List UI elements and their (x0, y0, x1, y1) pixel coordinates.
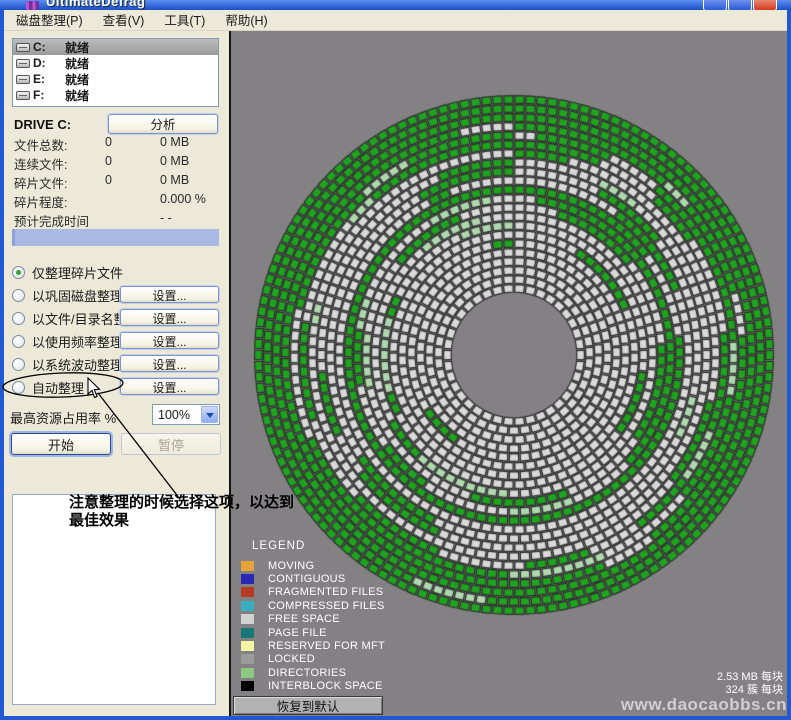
legend-item-directories: DIRECTORIES (241, 666, 385, 679)
settings-button-volatility[interactable]: 设置... (120, 355, 219, 372)
close-button[interactable] (753, 0, 777, 10)
drive-list[interactable]: C: 就绪 D: 就绪 E: 就绪 F: 就绪 (12, 38, 219, 107)
option-consolidate[interactable]: 以巩固磁盘整理 (12, 285, 123, 305)
legend-title: LEGEND (252, 540, 385, 552)
drive-status: 就绪 (65, 87, 89, 104)
option-label: 仅整理碎片文件 (32, 263, 123, 282)
legend-swatch (241, 587, 254, 597)
drive-letter: F: (33, 88, 65, 102)
legend-swatch (241, 601, 254, 611)
drive-icon (16, 43, 30, 52)
stat-fragmentation-level: 碎片程度: 0.000 % (14, 192, 224, 211)
stat-total-files: 文件总数: 0 0 MB (14, 135, 224, 154)
control-panel: C: 就绪 D: 就绪 E: 就绪 F: 就绪 DRIVE C: 分析 文件总数… (4, 31, 229, 716)
settings-button-usage[interactable]: 设置... (120, 332, 219, 349)
menu-view[interactable]: 查看(V) (95, 8, 157, 32)
legend-item-contiguous: CONTIGUOUS (241, 572, 385, 585)
legend-swatch (241, 614, 254, 624)
legend-item-interblock: INTERBLOCK SPACE (241, 680, 385, 693)
resource-usage-value: 100% (158, 408, 190, 422)
resource-usage-select[interactable]: 100% (152, 404, 220, 425)
radio-icon[interactable] (12, 358, 25, 371)
drive-letter: C: (33, 40, 65, 54)
analyze-button[interactable]: 分析 (108, 114, 218, 134)
radio-icon[interactable] (12, 289, 25, 302)
settings-button-consolidate[interactable]: 设置... (120, 286, 219, 303)
radio-icon[interactable] (12, 266, 25, 279)
resource-usage-label: 最高资源占用率 % (10, 408, 116, 427)
drive-status: 就绪 (65, 55, 89, 72)
option-system-volatility[interactable]: 以系统波动整理 (12, 354, 123, 374)
option-label: 以系统波动整理 (32, 355, 123, 374)
option-label: 以使用频率整理 (32, 332, 123, 351)
legend: LEGEND MOVING CONTIGUOUS FRAGMENTED FILE… (241, 540, 385, 693)
option-auto-defrag[interactable]: 自动整理 (12, 377, 84, 397)
menu-disk-defrag[interactable]: 磁盘整理(P) (8, 8, 95, 32)
legend-swatch (241, 628, 254, 638)
drive-row-d[interactable]: D: 就绪 (13, 55, 218, 71)
stat-contiguous-files: 连续文件: 0 0 MB (14, 154, 224, 173)
legend-item-compressed: COMPRESSED FILES (241, 599, 385, 612)
legend-swatch (241, 641, 254, 651)
stat-estimated-time: 预计完成时间 - - (14, 211, 224, 230)
restore-defaults-button[interactable]: 恢复到默认 (233, 696, 383, 715)
drive-row-c[interactable]: C: 就绪 (13, 39, 218, 55)
progress-bar (12, 229, 219, 246)
window-border (0, 10, 4, 720)
option-label: 自动整理 (32, 378, 84, 397)
drive-icon (16, 59, 30, 68)
legend-swatch (241, 574, 254, 584)
legend-swatch (241, 681, 254, 691)
menu-tools[interactable]: 工具(T) (156, 8, 217, 32)
radio-icon[interactable] (12, 312, 25, 325)
option-usage-frequency[interactable]: 以使用频率整理 (12, 331, 123, 351)
app-window: UltimateDefrag 磁盘整理(P) 查看(V) 工具(T) 帮助(H)… (0, 0, 791, 720)
start-button[interactable]: 开始 (11, 433, 111, 455)
maximize-button[interactable] (728, 0, 752, 10)
window-border (787, 10, 791, 720)
drive-status: 就绪 (65, 71, 89, 88)
drive-letter: E: (33, 72, 65, 86)
pause-button[interactable]: 暂停 (121, 433, 221, 455)
drive-row-e[interactable]: E: 就绪 (13, 71, 218, 87)
option-fragmented-only[interactable]: 仅整理碎片文件 (12, 262, 123, 282)
selected-drive-label: DRIVE C: (14, 117, 71, 132)
menu-help[interactable]: 帮助(H) (217, 8, 279, 32)
legend-item-mft: RESERVED FOR MFT (241, 639, 385, 652)
settings-button-auto[interactable]: 设置... (120, 378, 219, 395)
drive-icon (16, 75, 30, 84)
disk-view-panel: LEGEND MOVING CONTIGUOUS FRAGMENTED FILE… (231, 31, 787, 716)
legend-item-fragmented: FRAGMENTED FILES (241, 586, 385, 599)
radio-icon[interactable] (12, 381, 25, 394)
drive-row-f[interactable]: F: 就绪 (13, 87, 218, 103)
legend-item-page-file: PAGE FILE (241, 626, 385, 639)
minimize-button[interactable] (703, 0, 727, 10)
settings-button-filename[interactable]: 设置... (120, 309, 219, 326)
menu-bar: 磁盘整理(P) 查看(V) 工具(T) 帮助(H) (4, 10, 787, 31)
window-border (0, 716, 791, 720)
drive-letter: D: (33, 56, 65, 70)
stat-fragmented-files: 碎片文件: 0 0 MB (14, 173, 224, 192)
chevron-down-icon[interactable] (201, 406, 218, 423)
legend-item-locked: LOCKED (241, 653, 385, 666)
legend-swatch (241, 561, 254, 571)
drive-status: 就绪 (65, 39, 89, 56)
legend-swatch (241, 654, 254, 664)
message-listbox[interactable] (12, 494, 216, 705)
radio-icon[interactable] (12, 335, 25, 348)
option-label: 以巩固磁盘整理 (32, 286, 123, 305)
drive-icon (16, 91, 30, 100)
legend-item-moving: MOVING (241, 559, 385, 572)
watermark: www.daocaobbs.cn (621, 695, 787, 715)
legend-item-free-space: FREE SPACE (241, 613, 385, 626)
legend-swatch (241, 668, 254, 678)
